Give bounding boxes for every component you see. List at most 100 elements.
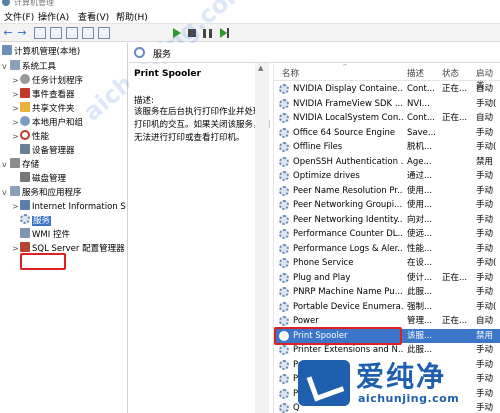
description-label: 描述: (134, 96, 154, 106)
chevron-right-icon: > (12, 90, 19, 99)
column-header-description[interactable]: 描述 (407, 67, 424, 79)
service-startup-cell: 手动 (476, 243, 494, 254)
back-arrow-icon[interactable]: ← (2, 27, 14, 39)
service-description-cell: Age... (407, 156, 432, 167)
tree-item-performance[interactable]: > 性能 (12, 130, 49, 144)
service-startup-cell: 手动 (476, 171, 494, 181)
table-row[interactable]: Performance Logs & Aler... 性能... 手动 (274, 242, 500, 257)
services-header: 服务 (129, 43, 500, 63)
gear-icon (279, 127, 289, 138)
gear-icon (279, 200, 289, 210)
gear-icon (279, 185, 289, 196)
gear-icon (279, 388, 289, 399)
table-row[interactable]: NVIDIA Display Containe... Cont... 正在... 自动 (274, 82, 500, 97)
services-title: 服务 (153, 50, 172, 60)
table-row[interactable]: OpenSSH Authentication ... Age... 禁用 (274, 155, 500, 170)
tree-item-local-users[interactable]: > 本地用户和组 (12, 116, 83, 130)
chevron-down-icon: v (2, 62, 7, 71)
gear-icon (279, 287, 289, 297)
tree-item-services[interactable]: 服务 (12, 214, 52, 228)
wmi-icon (20, 228, 30, 238)
service-description-cell: 强制... (407, 301, 433, 312)
table-row[interactable]: Peer Networking Groupi... 使用... 手动 (274, 198, 500, 213)
properties-icon[interactable] (50, 27, 62, 39)
table-row[interactable]: NVIDIA FrameView SDK ... NVI... 手动( (274, 97, 500, 112)
menu-action[interactable]: 操作(A) (38, 10, 69, 23)
service-startup-cell: 手动 (476, 229, 494, 239)
service-description-cell: NVI... (407, 98, 430, 109)
table-row[interactable]: Plug and Play 使计... 正在... 手动 (274, 271, 500, 286)
watermark-logo-icon (298, 360, 350, 406)
column-header-status[interactable]: 状态 (442, 67, 459, 79)
service-description-cell: 在设... (407, 258, 433, 268)
export-icon[interactable] (82, 27, 94, 39)
tree-item-disk-management[interactable]: 磁盘管理 (12, 172, 66, 186)
tree-item-services-apps[interactable]: v 服务和应用程序 (2, 186, 82, 200)
highlight-box-services-tree (20, 253, 66, 270)
table-row[interactable]: Performance Counter DL... 使远... 手动 (274, 227, 500, 242)
gear-icon (279, 156, 289, 167)
performance-icon (20, 130, 30, 140)
table-row[interactable]: NVIDIA LocalSystem Con... Cont... 正在... 自动 (274, 111, 500, 126)
services-apps-icon (10, 186, 20, 196)
table-row[interactable]: Peer Networking Identity... 向对... 手动 (274, 213, 500, 228)
service-name-cell: PNRP Machine Name Pu... (293, 287, 403, 297)
service-name-cell: OpenSSH Authentication ... (293, 156, 403, 167)
help-icon[interactable] (66, 27, 78, 39)
table-row[interactable]: Peer Name Resolution Pr... 使用... 手动 (274, 184, 500, 199)
event-viewer-icon (20, 88, 30, 98)
menu-help[interactable]: 帮助(H) (116, 10, 148, 23)
restart-icon[interactable] (220, 28, 229, 38)
window-title: 计算机管理 (14, 0, 54, 7)
table-row[interactable]: Portable Device Enumera... 强制... 手动( (274, 300, 500, 315)
service-status-cell: 正在... (442, 272, 468, 283)
gear-icon (279, 98, 289, 109)
chevron-right-icon: > (12, 76, 19, 85)
tree-item-system-tools[interactable]: v 系统工具 (2, 60, 56, 74)
tree-item-task-scheduler[interactable]: > 任务计划程序 (12, 74, 83, 88)
service-name-cell: Offline Files (293, 142, 343, 152)
service-startup-cell: 手动 (476, 359, 494, 370)
column-header-name[interactable]: 名称 (282, 67, 299, 79)
description-scrollbar[interactable]: ▲ (255, 63, 269, 413)
table-row[interactable]: Office 64 Source Engine Save... 手动 (274, 126, 500, 141)
scroll-up-icon[interactable]: ▲ (258, 64, 263, 72)
service-name-cell: Performance Logs & Aler... (293, 243, 403, 254)
show-hide-icon[interactable] (98, 27, 110, 39)
tree-item-computer-management[interactable]: 计算机管理(本地) (2, 45, 80, 59)
menu-view[interactable]: 查看(V) (78, 10, 109, 23)
table-row[interactable]: PNRP Machine Name Pu... 此服... 手动 (274, 285, 500, 300)
service-startup-cell: 手动 (476, 214, 494, 225)
watermark-text: 爱纯净 (356, 360, 447, 393)
table-row[interactable]: Offline Files 脱机... 手动( (274, 140, 500, 155)
forward-arrow-icon[interactable]: → (16, 27, 28, 39)
table-row[interactable]: Optimize drives 通过... 手动 (274, 169, 500, 184)
gear-icon (279, 171, 289, 181)
service-name-cell: Office 64 Source Engine (293, 127, 396, 138)
console-tree-icon[interactable] (34, 27, 46, 39)
menu-file[interactable]: 文件(F) (4, 10, 34, 23)
service-description-cell: 脱机... (407, 142, 433, 152)
table-row[interactable]: Phone Service 在设... 手动( (274, 256, 500, 271)
tools-icon (10, 60, 20, 70)
service-description-cell: Cont... (407, 113, 435, 123)
gear-icon (279, 403, 289, 413)
disk-icon (20, 172, 30, 182)
clock-icon (20, 74, 30, 84)
tree-item-storage[interactable]: v 存储 (2, 158, 39, 172)
service-description-cell: 该服... (407, 330, 433, 341)
description-text: 该服务在后台执行打印作业并处理与打印机的交互。如果关闭该服务，则无法进行打印或查… (134, 107, 271, 143)
tree-item-event-viewer[interactable]: > 事件查看器 (12, 88, 75, 102)
highlight-box-print-spooler (274, 327, 402, 345)
tree-item-wmi[interactable]: WMI 控件 (12, 228, 70, 242)
tree-item-iis[interactable]: > Internet Information S (12, 200, 126, 214)
service-startup-cell: 自动 (476, 84, 494, 94)
tree-item-device-manager[interactable]: 设备管理器 (12, 144, 75, 158)
device-manager-icon (20, 144, 30, 154)
service-name-cell: NVIDIA Display Containe... (293, 84, 403, 94)
service-startup-cell: 手动( (476, 258, 497, 268)
table-header: ^ 名称 描述 状态 启动类 (274, 64, 500, 91)
service-name-cell: Peer Networking Groupi... (293, 200, 403, 210)
tree-item-shared-folders[interactable]: > 共享文件夹 (12, 102, 75, 116)
gear-icon (279, 272, 289, 283)
